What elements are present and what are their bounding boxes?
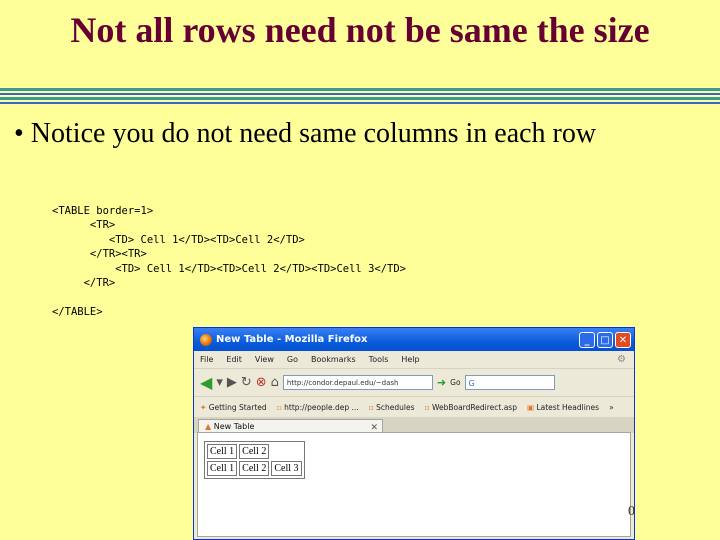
bookmarks-overflow-button[interactable]: » — [609, 403, 614, 412]
stop-icon[interactable]: ⊗ — [256, 375, 267, 390]
tab-new-table[interactable]: ▲ New Table ✕ — [198, 419, 383, 433]
home-icon[interactable]: ⌂ — [271, 375, 279, 390]
menu-view[interactable]: View — [255, 355, 274, 364]
menu-help[interactable]: Help — [401, 355, 419, 364]
page-icon: ▫ — [368, 402, 374, 412]
bullet-text: • Notice you do not need same columns in… — [14, 118, 597, 149]
bookmark-people-dep[interactable]: ▫ http://people.dep ... — [277, 403, 359, 412]
table-cell: Cell 2 — [239, 444, 270, 459]
reload-icon[interactable]: ↻ — [241, 375, 252, 390]
bookmark-label: WebBoardRedirect.asp — [431, 402, 517, 412]
bookmark-icon: ✦ — [200, 402, 207, 412]
page-number: 0 — [628, 504, 635, 519]
table-cell: Cell 3 — [271, 461, 302, 476]
tab-favicon-icon: ▲ — [205, 422, 212, 431]
menu-bar: File Edit View Go Bookmarks Tools Help ⚙ — [194, 351, 634, 368]
slide-title: Not all rows need not be same the size — [70, 10, 650, 50]
html-code-sample: <TABLE border=1> <TR> <TD> Cell 1</TD><T… — [52, 205, 407, 318]
table-row: Cell 1 Cell 2 Cell 3 — [207, 461, 302, 476]
back-icon[interactable]: ◀ — [200, 373, 212, 392]
rss-icon: ▣ — [526, 402, 535, 412]
bookmark-latest-headlines[interactable]: ▣ Latest Headlines — [527, 403, 599, 412]
bookmark-getting-started[interactable]: ✦ Getting Started — [200, 403, 267, 412]
menu-bookmarks[interactable]: Bookmarks — [311, 355, 356, 364]
bookmark-label: http://people.dep ... — [284, 402, 359, 412]
search-input[interactable]: G — [464, 375, 555, 390]
maximize-button[interactable]: □ — [597, 331, 613, 348]
page-icon: ▫ — [424, 402, 430, 412]
table-cell: Cell 2 — [239, 461, 270, 476]
bookmark-label: Getting Started — [208, 402, 267, 412]
menu-go[interactable]: Go — [287, 355, 298, 364]
page-icon: ▫ — [276, 402, 282, 412]
go-button[interactable]: Go — [450, 378, 460, 387]
forward-icon[interactable]: ▶ — [227, 375, 237, 390]
firefox-window: New Table - Mozilla Firefox _ □ ✕ File E… — [193, 327, 635, 540]
url-input[interactable]: http://condor.depaul.edu/~dash — [282, 375, 433, 390]
bookmarks-toolbar: ✦ Getting Started ▫ http://people.dep ..… — [194, 396, 634, 417]
bookmark-label: Latest Headlines — [536, 402, 600, 412]
menu-file[interactable]: File — [200, 355, 213, 364]
window-title: New Table - Mozilla Firefox — [216, 334, 368, 345]
table-row: Cell 1 Cell 2 — [207, 444, 302, 459]
bookmark-label: Schedules — [376, 402, 415, 412]
demo-table: Cell 1 Cell 2 Cell 1 Cell 2 Cell 3 — [204, 441, 305, 479]
navigation-toolbar: ◀ ▾ ▶ ↻ ⊗ ⌂ http://condor.depaul.edu/~da… — [194, 368, 634, 396]
menu-edit[interactable]: Edit — [226, 355, 242, 364]
window-titlebar[interactable]: New Table - Mozilla Firefox _ □ ✕ — [194, 328, 634, 351]
tab-label: New Table — [213, 422, 255, 431]
table-cell: Cell 1 — [207, 444, 238, 459]
tab-strip: ▲ New Table ✕ — [194, 417, 634, 433]
menu-tools[interactable]: Tools — [369, 355, 389, 364]
dropdown-icon[interactable]: ▾ — [216, 375, 223, 390]
page-content: Cell 1 Cell 2 Cell 1 Cell 2 Cell 3 — [197, 432, 631, 537]
close-button[interactable]: ✕ — [615, 331, 631, 348]
table-cell: Cell 1 — [207, 461, 238, 476]
throbber-icon: ⚙ — [617, 354, 626, 365]
minimize-button[interactable]: _ — [579, 331, 595, 348]
go-icon[interactable]: ➜ — [437, 376, 446, 389]
firefox-icon — [200, 333, 212, 346]
bookmark-webboard[interactable]: ▫ WebBoardRedirect.asp — [425, 403, 517, 412]
bookmark-schedules[interactable]: ▫ Schedules — [369, 403, 415, 412]
